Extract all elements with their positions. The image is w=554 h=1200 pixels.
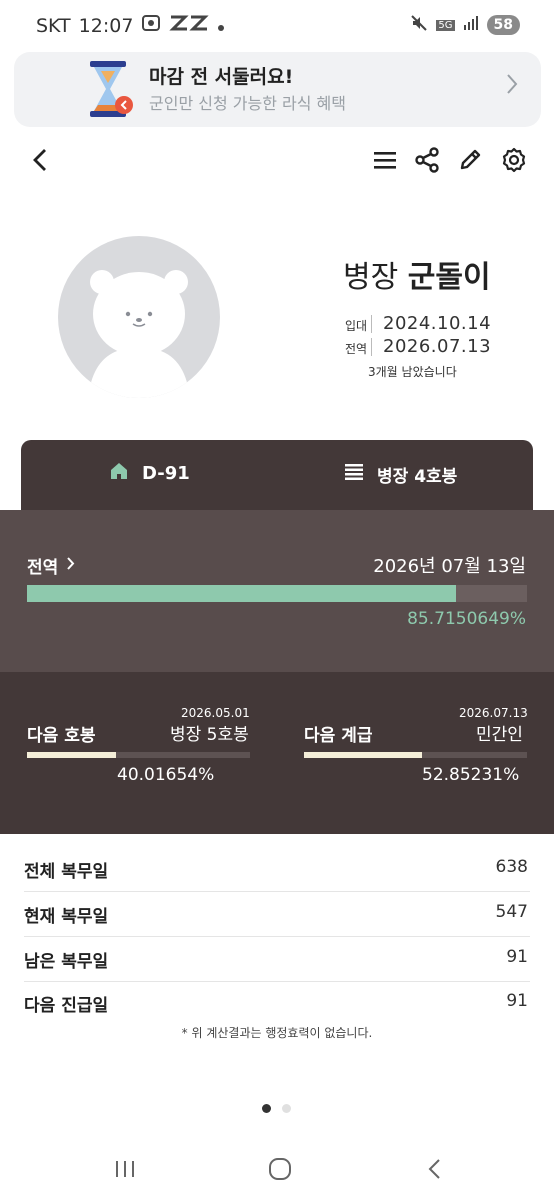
app-screen: SKT 12:07 5G 58 마감 전 서둘러요! 군인만 신청 가능한 라식… [0,0,554,1200]
share-button[interactable] [407,140,447,184]
stat-label: 남은 복무일 [24,952,109,972]
next-rank-date: 2026.07.13 [459,706,528,720]
banner-title: 마감 전 서둘러요! [149,66,294,88]
remaining-text: 3개월 남았습니다 [368,365,457,379]
stat-row-remaining: 남은 복무일 91 [24,937,530,982]
time-text: 12:07 [78,14,134,37]
header-toolbar [0,140,554,184]
discharge-progress-label: 전역 [27,558,59,578]
stat-row-next-promotion: 다음 진급일 91 [24,981,530,1026]
pencil-icon [458,148,482,176]
gear-icon [501,147,527,177]
stat-value: 91 [506,991,528,1011]
discharge-date: 2026.07.13 [383,336,492,357]
mute-icon [410,14,428,36]
status-right: 5G 58 [410,14,520,36]
next-step-value: 병장 5호봉 [170,725,249,745]
rank-text: 병장 [343,260,399,295]
list-icon [345,464,363,485]
network-label: 5G [436,19,455,31]
stat-label: 전체 복무일 [24,862,109,882]
screenshot-icon [141,14,161,37]
discharge-progress-bar [27,585,527,602]
recent-apps-button[interactable] [110,1154,140,1184]
next-rank-percent: 52.85231% [422,765,520,785]
menu-icon [373,150,397,174]
next-rank-label: 다음 계급 [304,726,373,746]
recent-apps-icon [110,1161,140,1188]
menu-button[interactable] [365,140,405,184]
edit-button[interactable] [450,140,490,184]
home-circle-icon [265,1158,295,1188]
disclaimer-note: * 위 계산결과는 행정효력이 없습니다. [181,1026,373,1040]
rank-name-title: 병장 군돌이 [343,252,491,296]
stat-value: 638 [495,857,528,877]
promo-banner[interactable]: 마감 전 서둘러요! 군인만 신청 가능한 라식 혜택 [14,52,541,127]
next-rank-progress-fill [304,752,422,758]
chevron-right-icon [66,556,75,576]
next-rank-value: 민간인 [476,725,523,745]
back-nav-button[interactable] [420,1154,450,1184]
discharge-percent: 85.7150649% [407,609,526,629]
stat-label: 현재 복무일 [24,907,109,927]
stat-row-current: 현재 복무일 547 [24,892,530,937]
home-button[interactable] [265,1154,295,1184]
next-step-progress-bar [27,752,250,758]
enlist-label: 입대 [345,319,368,333]
stat-label: 다음 진급일 [24,996,109,1016]
carrier-text: SKT [36,14,71,37]
next-step-progress-fill [27,752,117,758]
chevron-left-icon [32,147,48,177]
tab-dday[interactable]: D-91 [110,462,190,485]
status-bar: SKT 12:07 5G 58 [0,0,554,50]
next-step-date: 2026.05.01 [181,706,250,720]
share-icon [415,147,439,177]
banner-subtitle: 군인만 신청 가능한 라식 혜택 [149,94,346,113]
discharge-progress-fill [27,585,456,602]
discharge-label: 전역 [345,342,368,356]
avatar[interactable] [58,236,220,398]
next-step-label: 다음 호봉 [27,726,96,746]
system-nav-bar [0,1140,554,1200]
signal-icon [463,15,479,35]
bear-avatar-icon [58,270,220,398]
sleep-icon [169,14,210,37]
name-text: 군돌이 [407,260,491,295]
settings-button[interactable] [494,140,534,184]
stat-value: 91 [506,947,528,967]
rank-step-label: 병장 4호봉 [377,467,458,487]
notification-dot-icon [217,15,225,37]
dday-label: D-91 [142,463,190,484]
back-button[interactable] [20,140,60,184]
next-step-percent: 40.01654% [117,765,215,785]
page-dot-active[interactable] [262,1104,271,1113]
battery-indicator: 58 [486,15,520,35]
enlist-divider [371,315,372,333]
tab-rank[interactable]: 병장 4호봉 [345,462,457,487]
hourglass-icon [84,59,136,123]
home-icon [110,462,128,485]
next-rank-progress-bar [304,752,527,758]
stat-row-total: 전체 복무일 638 [24,847,530,892]
enlist-date: 2024.10.14 [383,313,492,334]
page-dot[interactable] [282,1104,291,1113]
stat-value: 547 [495,902,528,922]
chevron-right-icon [505,72,519,100]
discharge-full-date: 2026년 07월 13일 [373,556,526,577]
discharge-link[interactable]: 전역 [27,553,75,578]
back-nav-icon [420,1159,450,1188]
status-left: SKT 12:07 [36,14,225,37]
discharge-divider [371,338,372,356]
